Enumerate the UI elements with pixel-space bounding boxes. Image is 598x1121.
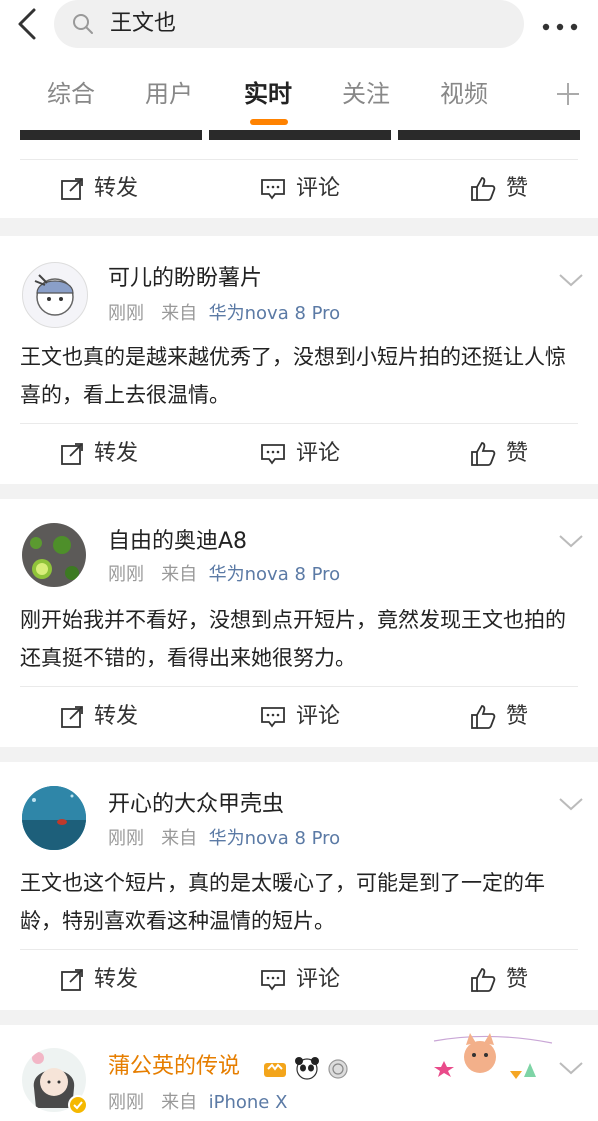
chevron-down-icon[interactable] (558, 272, 584, 288)
repost-button[interactable]: 转发 (60, 439, 138, 469)
chevron-down-icon[interactable] (558, 796, 584, 812)
divider (20, 159, 578, 160)
repost-label: 转发 (94, 967, 139, 992)
post-meta: 刚刚 来自 华为nova 8 Pro (108, 827, 340, 851)
repost-label: 转发 (94, 704, 139, 729)
repost-label: 转发 (94, 176, 139, 201)
tab-videos[interactable]: 视频 (440, 78, 488, 110)
verified-badge-icon (68, 1095, 88, 1115)
repost-button[interactable]: 转发 (60, 174, 138, 204)
post-card: 自由的奥迪A8 刚刚 来自 华为nova 8 Pro 刚开始我并不看好，没想到点… (0, 499, 598, 747)
post-meta: 刚刚 来自 华为nova 8 Pro (108, 563, 340, 587)
thumbs-up-icon (471, 442, 496, 466)
post-image-thumbnail[interactable] (20, 130, 202, 140)
post-from-label: 来自 (161, 564, 198, 585)
repost-icon (61, 178, 83, 200)
divider (20, 686, 578, 687)
crown-badge-icon (264, 1063, 286, 1077)
thumbs-up-icon (471, 177, 496, 201)
comment-label: 评论 (296, 176, 341, 201)
avatar[interactable] (22, 786, 86, 850)
tab-bar: 综合 用户 实时 关注 视频 (0, 58, 598, 130)
username[interactable]: 开心的大众甲壳虫 (108, 790, 284, 820)
chevron-down-icon[interactable] (558, 533, 584, 549)
post-card: 蒲公英的传说 刚刚 来自 iPhone X (0, 1025, 598, 1121)
post-image-thumbnail[interactable] (209, 130, 391, 140)
more-options-icon[interactable] (540, 18, 580, 31)
repost-icon (61, 443, 83, 465)
post-time: 刚刚 (108, 828, 144, 849)
like-label: 赞 (506, 176, 529, 201)
tab-realtime[interactable]: 实时 (244, 78, 292, 110)
comment-icon (261, 179, 285, 200)
post-image-thumbnail[interactable] (398, 130, 580, 140)
post-meta: 刚刚 来自 华为nova 8 Pro (108, 302, 340, 326)
divider (20, 423, 578, 424)
comment-button[interactable]: 评论 (260, 439, 340, 469)
chevron-down-icon[interactable] (558, 1060, 584, 1076)
repost-button[interactable]: 转发 (60, 702, 138, 732)
avatar[interactable] (22, 523, 86, 587)
post-card: 可儿的盼盼薯片 刚刚 来自 华为nova 8 Pro 王文也真的是越来越优秀了，… (0, 236, 598, 484)
username[interactable]: 可儿的盼盼薯片 (108, 264, 262, 294)
comment-label: 评论 (296, 967, 341, 992)
like-button[interactable]: 赞 (470, 174, 528, 204)
like-label: 赞 (506, 704, 529, 729)
comment-button[interactable]: 评论 (260, 702, 340, 732)
search-icon (72, 13, 94, 35)
add-tab-icon[interactable] (556, 82, 580, 106)
post-time: 刚刚 (108, 564, 144, 585)
post-text: 王文也真的是越来越优秀了，没想到小短片拍的还挺让人惊喜的，看上去很温情。 (20, 345, 566, 407)
comment-button[interactable]: 评论 (260, 965, 340, 995)
post-time: 刚刚 (108, 1092, 144, 1113)
card-decoration-icon (430, 1027, 556, 1085)
username[interactable]: 蒲公英的传说 (108, 1052, 240, 1082)
post-text: 刚开始我并不看好，没想到点开短片，竟然发现王文也拍的还真挺不错的，看得出来她很努… (20, 608, 566, 670)
post-source-device[interactable]: 华为nova 8 Pro (209, 564, 341, 585)
comment-label: 评论 (296, 441, 341, 466)
active-tab-indicator (250, 119, 288, 125)
divider (20, 949, 578, 950)
post-source-device[interactable]: iPhone X (209, 1092, 288, 1113)
back-arrow-icon[interactable] (10, 6, 46, 42)
post-from-label: 来自 (161, 1092, 198, 1113)
like-button[interactable]: 赞 (470, 439, 528, 469)
tab-comprehensive[interactable]: 综合 (47, 78, 95, 110)
post-source-device[interactable]: 华为nova 8 Pro (209, 828, 341, 849)
search-query: 王文也 (110, 11, 177, 36)
post-from-label: 来自 (161, 828, 198, 849)
post-meta: 刚刚 来自 iPhone X (108, 1091, 287, 1115)
repost-label: 转发 (94, 441, 139, 466)
comment-icon (261, 707, 285, 728)
comment-icon (261, 970, 285, 991)
like-label: 赞 (506, 967, 529, 992)
tab-users[interactable]: 用户 (145, 78, 193, 110)
top-bar: 王文也 (0, 0, 598, 58)
post-card-previous: 转发 评论 赞 (0, 130, 598, 218)
comment-button[interactable]: 评论 (260, 174, 340, 204)
repost-icon (61, 706, 83, 728)
repost-button[interactable]: 转发 (60, 965, 138, 995)
avatar[interactable] (22, 262, 88, 328)
thumbs-up-icon (471, 968, 496, 992)
post-text: 王文也这个短片，真的是太暖心了，可能是到了一定的年龄，特别喜欢看这种温情的短片。 (20, 871, 545, 933)
comment-label: 评论 (296, 704, 341, 729)
user-badges (262, 1055, 350, 1081)
comment-icon (261, 444, 285, 465)
panda-badge-icon (295, 1057, 319, 1080)
username[interactable]: 自由的奥迪A8 (108, 527, 247, 557)
search-bar[interactable]: 王文也 (54, 0, 524, 48)
thumbs-up-icon (471, 705, 496, 729)
medal-badge-icon (328, 1059, 348, 1079)
post-card: 开心的大众甲壳虫 刚刚 来自 华为nova 8 Pro 王文也这个短片，真的是太… (0, 762, 598, 1010)
like-label: 赞 (506, 441, 529, 466)
tab-following[interactable]: 关注 (342, 78, 390, 110)
like-button[interactable]: 赞 (470, 965, 528, 995)
post-time: 刚刚 (108, 303, 144, 324)
post-source-device[interactable]: 华为nova 8 Pro (209, 303, 341, 324)
repost-icon (61, 969, 83, 991)
like-button[interactable]: 赞 (470, 702, 528, 732)
post-from-label: 来自 (161, 303, 198, 324)
